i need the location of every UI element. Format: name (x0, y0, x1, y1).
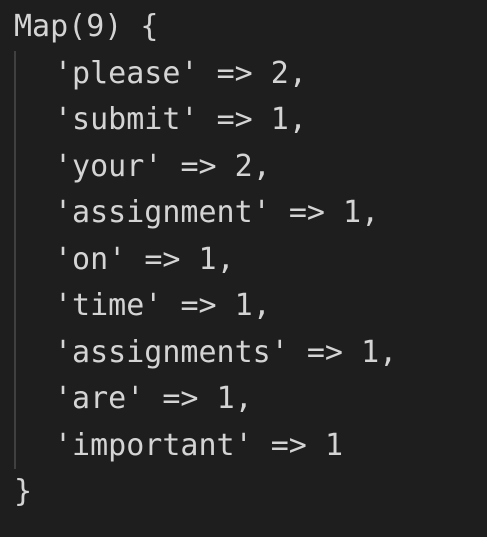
map-entry: 'submit' => 1, (54, 97, 487, 144)
console-output: Map(9) { 'please' => 2, 'submit' => 1, '… (0, 0, 487, 537)
map-entry: 'on' => 1, (54, 237, 487, 284)
entry-arrow: => (180, 288, 217, 323)
entry-key: 'assignments' (54, 334, 289, 370)
entry-value: 1 (361, 334, 380, 370)
entry-value: 1 (198, 241, 217, 277)
entry-value: 2 (234, 148, 253, 184)
entry-separator: , (216, 241, 235, 277)
map-entry: 'your' => 2, (54, 144, 487, 191)
entry-key: 'are' (54, 381, 145, 416)
map-entry: 'are' => 1, (54, 376, 487, 423)
entry-separator: , (379, 334, 398, 370)
indent-guide (14, 50, 16, 469)
entry-value: 1 (324, 427, 343, 463)
entry-arrow: => (270, 427, 307, 463)
entry-key: 'please' (54, 55, 199, 91)
entry-arrow: => (180, 148, 217, 184)
entry-arrow: => (162, 381, 199, 416)
entry-separator: , (252, 148, 271, 184)
map-entry: 'assignments' => 1, (54, 330, 487, 377)
map-entry: 'assignment' => 1, (54, 190, 487, 237)
entry-separator: , (288, 102, 307, 137)
entry-value: 1 (343, 195, 362, 230)
map-header: Map(9) { (14, 9, 159, 44)
entry-separator: , (288, 55, 307, 91)
entry-arrow: => (144, 241, 181, 277)
map-entry: 'important' => 1 (54, 423, 487, 470)
entry-value: 1 (270, 102, 289, 137)
map-entry: 'time' => 1, (54, 283, 487, 330)
entry-key: 'your' (54, 148, 163, 184)
entry-key: 'time' (54, 288, 163, 323)
entry-key: 'on' (54, 241, 127, 277)
entry-value: 1 (216, 381, 235, 416)
map-entries: 'please' => 2, 'submit' => 1, 'your' => … (14, 50, 487, 470)
entry-arrow: => (216, 102, 253, 137)
entry-arrow: => (216, 55, 253, 91)
entry-value: 2 (270, 55, 289, 91)
entry-separator: , (252, 288, 271, 323)
entry-key: 'important' (54, 427, 253, 463)
map-footer: } (14, 474, 33, 509)
map-entry: 'please' => 2, (54, 51, 487, 98)
entry-separator: , (361, 195, 380, 230)
entry-arrow: => (306, 334, 343, 370)
entry-separator: , (234, 381, 253, 416)
entry-key: 'assignment' (54, 195, 271, 230)
entry-arrow: => (288, 195, 325, 230)
entry-value: 1 (234, 288, 253, 323)
entry-key: 'submit' (54, 102, 199, 137)
